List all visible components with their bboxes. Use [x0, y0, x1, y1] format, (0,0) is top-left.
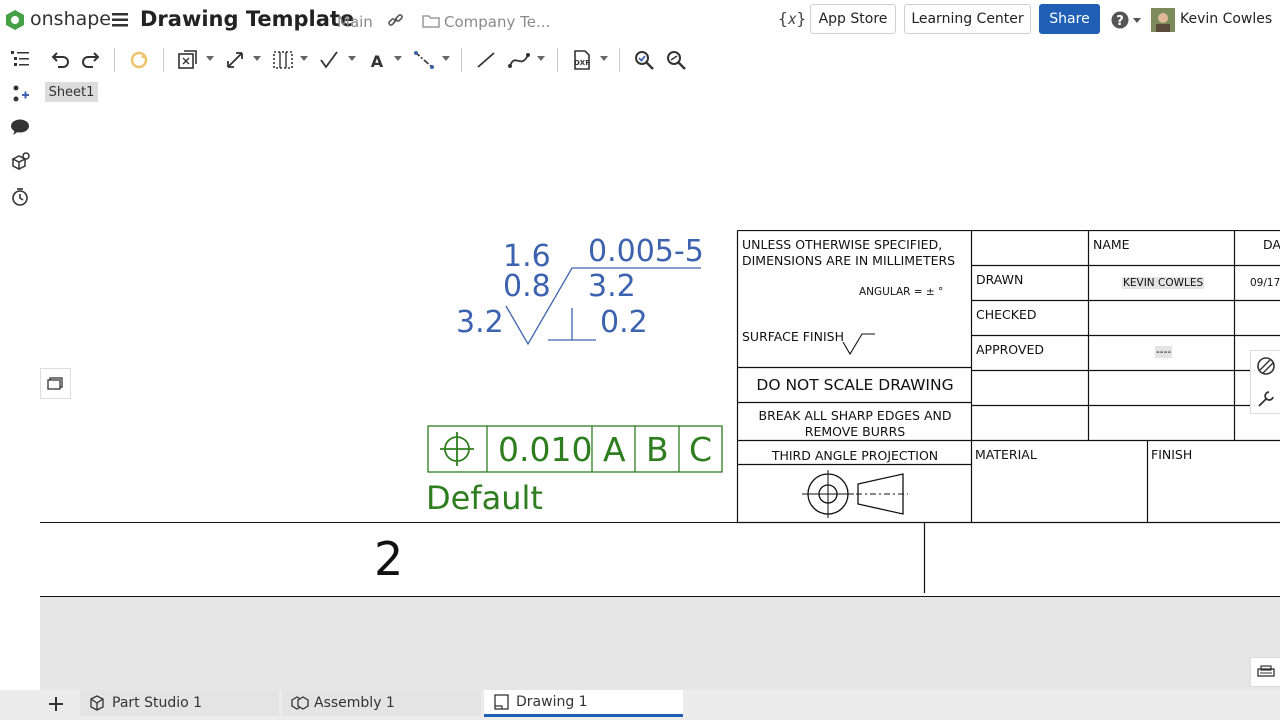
surface-finish-icon[interactable]: [318, 48, 342, 72]
folder-icon[interactable]: [422, 14, 440, 28]
add-tab-icon[interactable]: [48, 696, 64, 712]
insert-view-dropdown-icon[interactable]: [206, 56, 214, 61]
fcf-datum-b: B: [646, 430, 669, 469]
checked-label: CHECKED: [976, 307, 1037, 322]
toolbar-separator: [619, 48, 620, 72]
unless-specified-line1: UNLESS OTHERWISE SPECIFIED,: [742, 237, 943, 252]
dimension-icon[interactable]: [224, 48, 248, 72]
dimension-dropdown-icon[interactable]: [253, 56, 261, 61]
variable-studio-icon[interactable]: {𝑥}: [778, 9, 806, 29]
appearance-icon[interactable]: [1255, 355, 1277, 377]
help-dropdown-icon[interactable]: [1133, 18, 1141, 23]
surface-finish-symbol[interactable]: [500, 262, 706, 352]
tab-label: Drawing 1: [516, 694, 588, 710]
drawn-date[interactable]: 09/17: [1250, 277, 1280, 289]
link-icon[interactable]: [387, 12, 404, 29]
insert-view-icon[interactable]: [176, 48, 200, 72]
svg-text:DXF: DXF: [574, 59, 590, 67]
export-icon[interactable]: DXF: [570, 48, 594, 72]
inspect-icon[interactable]: [632, 48, 656, 72]
undo-icon[interactable]: [48, 48, 72, 72]
add-part-icon[interactable]: [10, 84, 30, 104]
fcf-label[interactable]: Default: [426, 479, 543, 517]
surface-finish-tick-icon: [842, 333, 875, 356]
line-icon[interactable]: [474, 48, 498, 72]
branch-label[interactable]: Main: [337, 13, 373, 31]
drawing-icon: [494, 694, 509, 710]
hole-table-dropdown-icon[interactable]: [300, 56, 308, 61]
material-label: MATERIAL: [975, 447, 1037, 462]
layers-icon: [47, 377, 63, 390]
parts-icon[interactable]: [10, 152, 30, 172]
border-line: [40, 596, 1280, 597]
toolbar-separator: [163, 48, 164, 72]
note-icon[interactable]: A: [366, 48, 390, 72]
spline-dropdown-icon[interactable]: [537, 56, 545, 61]
brand-name[interactable]: onshape: [30, 8, 111, 30]
sheet-tab[interactable]: Sheet1: [45, 82, 98, 102]
centerline-icon[interactable]: [412, 48, 436, 72]
bottom-right-panel: [1250, 657, 1280, 687]
learning-center-button[interactable]: Learning Center: [904, 4, 1031, 34]
date-header: DA: [1263, 237, 1280, 252]
unless-specified-line2: DIMENSIONS ARE IN MILLIMETERS: [742, 253, 956, 268]
toolbar-separator: [557, 48, 558, 72]
tab-assembly[interactable]: Assembly 1: [282, 690, 481, 716]
svg-text:A: A: [371, 52, 384, 71]
note-dropdown-icon[interactable]: [394, 56, 402, 61]
border-line: [40, 522, 737, 523]
spline-icon[interactable]: [507, 48, 531, 72]
tab-drawing[interactable]: Drawing 1: [484, 690, 683, 717]
hole-table-icon[interactable]: [271, 48, 295, 72]
menu-icon[interactable]: [112, 13, 128, 27]
tab-part-studio[interactable]: Part Studio 1: [80, 690, 279, 716]
drawn-name[interactable]: KEVIN COWLES: [1122, 277, 1205, 289]
svg-text:?: ?: [1116, 14, 1124, 29]
view-panel-toggle[interactable]: [40, 368, 71, 399]
folder-label[interactable]: Company Te...: [444, 13, 550, 31]
help-icon[interactable]: ?: [1111, 11, 1129, 29]
tab-label: Assembly 1: [314, 695, 395, 711]
break-edges-line1: BREAK ALL SHARP EDGES AND: [758, 408, 952, 423]
part-studio-icon: [90, 695, 104, 711]
share-button[interactable]: Share: [1039, 4, 1100, 34]
finish-label: FINISH: [1151, 447, 1193, 462]
user-avatar[interactable]: [1151, 8, 1175, 32]
print-icon[interactable]: [1251, 658, 1279, 686]
document-title[interactable]: Drawing Template: [140, 7, 354, 31]
wrench-icon[interactable]: [1255, 388, 1277, 410]
toolbar-separator: [114, 48, 115, 72]
redo-icon[interactable]: [79, 48, 103, 72]
approved-label: APPROVED: [976, 342, 1045, 357]
name-header: NAME: [1093, 237, 1130, 252]
app-store-button[interactable]: App Store: [810, 4, 896, 34]
approved-name[interactable]: ----: [1155, 346, 1173, 358]
feature-list-icon[interactable]: [10, 49, 30, 67]
history-icon[interactable]: [10, 187, 30, 207]
drawn-label: DRAWN: [976, 272, 1024, 287]
surface-finish-dropdown-icon[interactable]: [348, 56, 356, 61]
fcf-datum-a: A: [603, 430, 626, 469]
onshape-logo-icon[interactable]: [4, 9, 26, 31]
third-angle-projection-icon: [802, 470, 908, 518]
fcf-tolerance: 0.010: [498, 430, 593, 469]
tab-label: Part Studio 1: [112, 695, 203, 711]
third-angle-label: THIRD ANGLE PROJECTION: [771, 448, 939, 463]
surface-bottom-left[interactable]: 3.2: [456, 305, 504, 340]
assembly-icon: [291, 696, 309, 710]
toolbar-separator: [461, 48, 462, 72]
update-icon[interactable]: [127, 48, 151, 72]
export-dropdown-icon[interactable]: [600, 56, 608, 61]
centerline-dropdown-icon[interactable]: [442, 56, 450, 61]
break-edges-line2: REMOVE BURRS: [804, 424, 906, 439]
zoom-inspect-icon[interactable]: [664, 48, 688, 72]
user-name[interactable]: Kevin Cowles: [1180, 11, 1272, 27]
comments-icon[interactable]: [10, 118, 30, 136]
angular-tolerance: ANGULAR = ± °: [859, 286, 944, 298]
surface-finish-label: SURFACE FINISH: [742, 329, 844, 344]
left-rail: [0, 40, 40, 690]
fcf-datum-c: C: [689, 430, 713, 469]
do-not-scale: DO NOT SCALE DRAWING: [756, 376, 954, 394]
zone-number: 2: [374, 532, 404, 586]
